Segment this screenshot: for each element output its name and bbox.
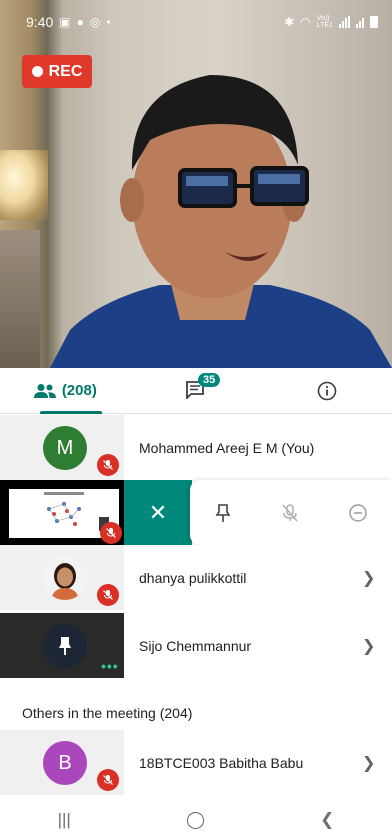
tab-chat[interactable]: 35 <box>131 368 262 413</box>
participant-name: 18BTCE003 Babitha Babu <box>139 754 304 771</box>
bluetooth-icon: ✱ <box>284 15 295 29</box>
muted-mic-icon <box>97 769 119 791</box>
tab-people[interactable]: (208) <box>0 368 131 414</box>
muted-mic-icon <box>100 522 122 544</box>
avatar: M <box>43 426 87 470</box>
wifi-icon: ◠ <box>300 15 311 29</box>
avatar: B <box>43 741 87 785</box>
home-button[interactable]: ◯ <box>186 810 205 830</box>
participant-actions: ✕ <box>124 480 392 545</box>
avatar <box>43 556 87 600</box>
record-dot-icon <box>31 66 43 77</box>
remove-participant-button[interactable] <box>348 503 368 523</box>
recording-badge: REC <box>22 55 92 88</box>
participant-row[interactable]: ••• Sijo Chemmannur ❯ <box>0 613 392 678</box>
presentation-tile <box>0 480 124 545</box>
participant-row-selected[interactable]: ✕ <box>0 480 392 545</box>
pin-icon <box>59 637 71 655</box>
participant-name: Sijo Chemmannur <box>139 637 252 654</box>
whatsapp-icon: ◎ <box>89 15 101 29</box>
close-icon: ✕ <box>148 499 168 525</box>
close-actions-button[interactable]: ✕ <box>124 480 192 545</box>
participant-name: dhanya pulikkottil <box>139 569 247 586</box>
chat-count-badge: 35 <box>198 372 221 387</box>
signal-icon-2 <box>356 16 364 28</box>
signal-icon <box>339 16 350 28</box>
battery-icon <box>370 16 378 28</box>
speaking-dots-icon: ••• <box>101 658 119 674</box>
participant-row[interactable]: M Mohammed Areej E M (You) <box>0 415 392 480</box>
participant-row[interactable]: dhanya pulikkottil ❯ <box>0 545 392 610</box>
chevron-right-icon[interactable]: ❯ <box>362 636 392 656</box>
more-notifications-icon: • <box>106 15 111 29</box>
muted-mic-icon <box>97 454 119 476</box>
participant-row[interactable]: B 18BTCE003 Babitha Babu ❯ <box>0 730 392 795</box>
muted-mic-icon <box>97 584 119 606</box>
meeting-tabs: (208) 35 <box>0 368 392 414</box>
status-bar: 9:40 ▣ ● ◎ • ✱ ◠ Vo)) LTE1 <box>0 0 392 44</box>
gallery-icon: ▣ <box>59 15 71 29</box>
people-icon <box>33 383 56 398</box>
participant-tile: B <box>0 730 124 795</box>
video-feed[interactable]: 9:40 ▣ ● ◎ • ✱ ◠ Vo)) LTE1 REC <box>0 0 392 368</box>
recording-label: REC <box>48 62 83 80</box>
back-button[interactable]: ❮ <box>320 810 334 830</box>
background-shelf <box>0 230 40 368</box>
speaker-figure <box>50 75 392 368</box>
pin-button[interactable] <box>214 503 232 523</box>
people-count: (208) <box>61 382 97 399</box>
recent-apps-button[interactable]: ||| <box>58 810 71 830</box>
others-section-header: Others in the meeting (204) <box>22 705 193 721</box>
chevron-right-icon[interactable]: ❯ <box>362 753 392 773</box>
participant-tile: M <box>0 415 124 480</box>
tab-info[interactable] <box>261 368 392 413</box>
participant-tile: ••• <box>0 613 124 678</box>
chevron-right-icon[interactable]: ❯ <box>362 568 392 588</box>
mute-participant-button[interactable] <box>281 503 299 523</box>
facebook-icon: ● <box>76 15 84 29</box>
system-nav-bar: ||| ◯ ❮ <box>0 806 392 834</box>
pinned-avatar <box>43 624 87 668</box>
info-icon <box>317 381 336 400</box>
participant-name: Mohammed Areej E M (You) <box>139 439 315 456</box>
status-time: 9:40 <box>26 14 54 30</box>
volte-label: Vo)) LTE1 <box>316 15 333 29</box>
action-buttons <box>190 480 392 545</box>
participant-tile <box>0 545 124 610</box>
